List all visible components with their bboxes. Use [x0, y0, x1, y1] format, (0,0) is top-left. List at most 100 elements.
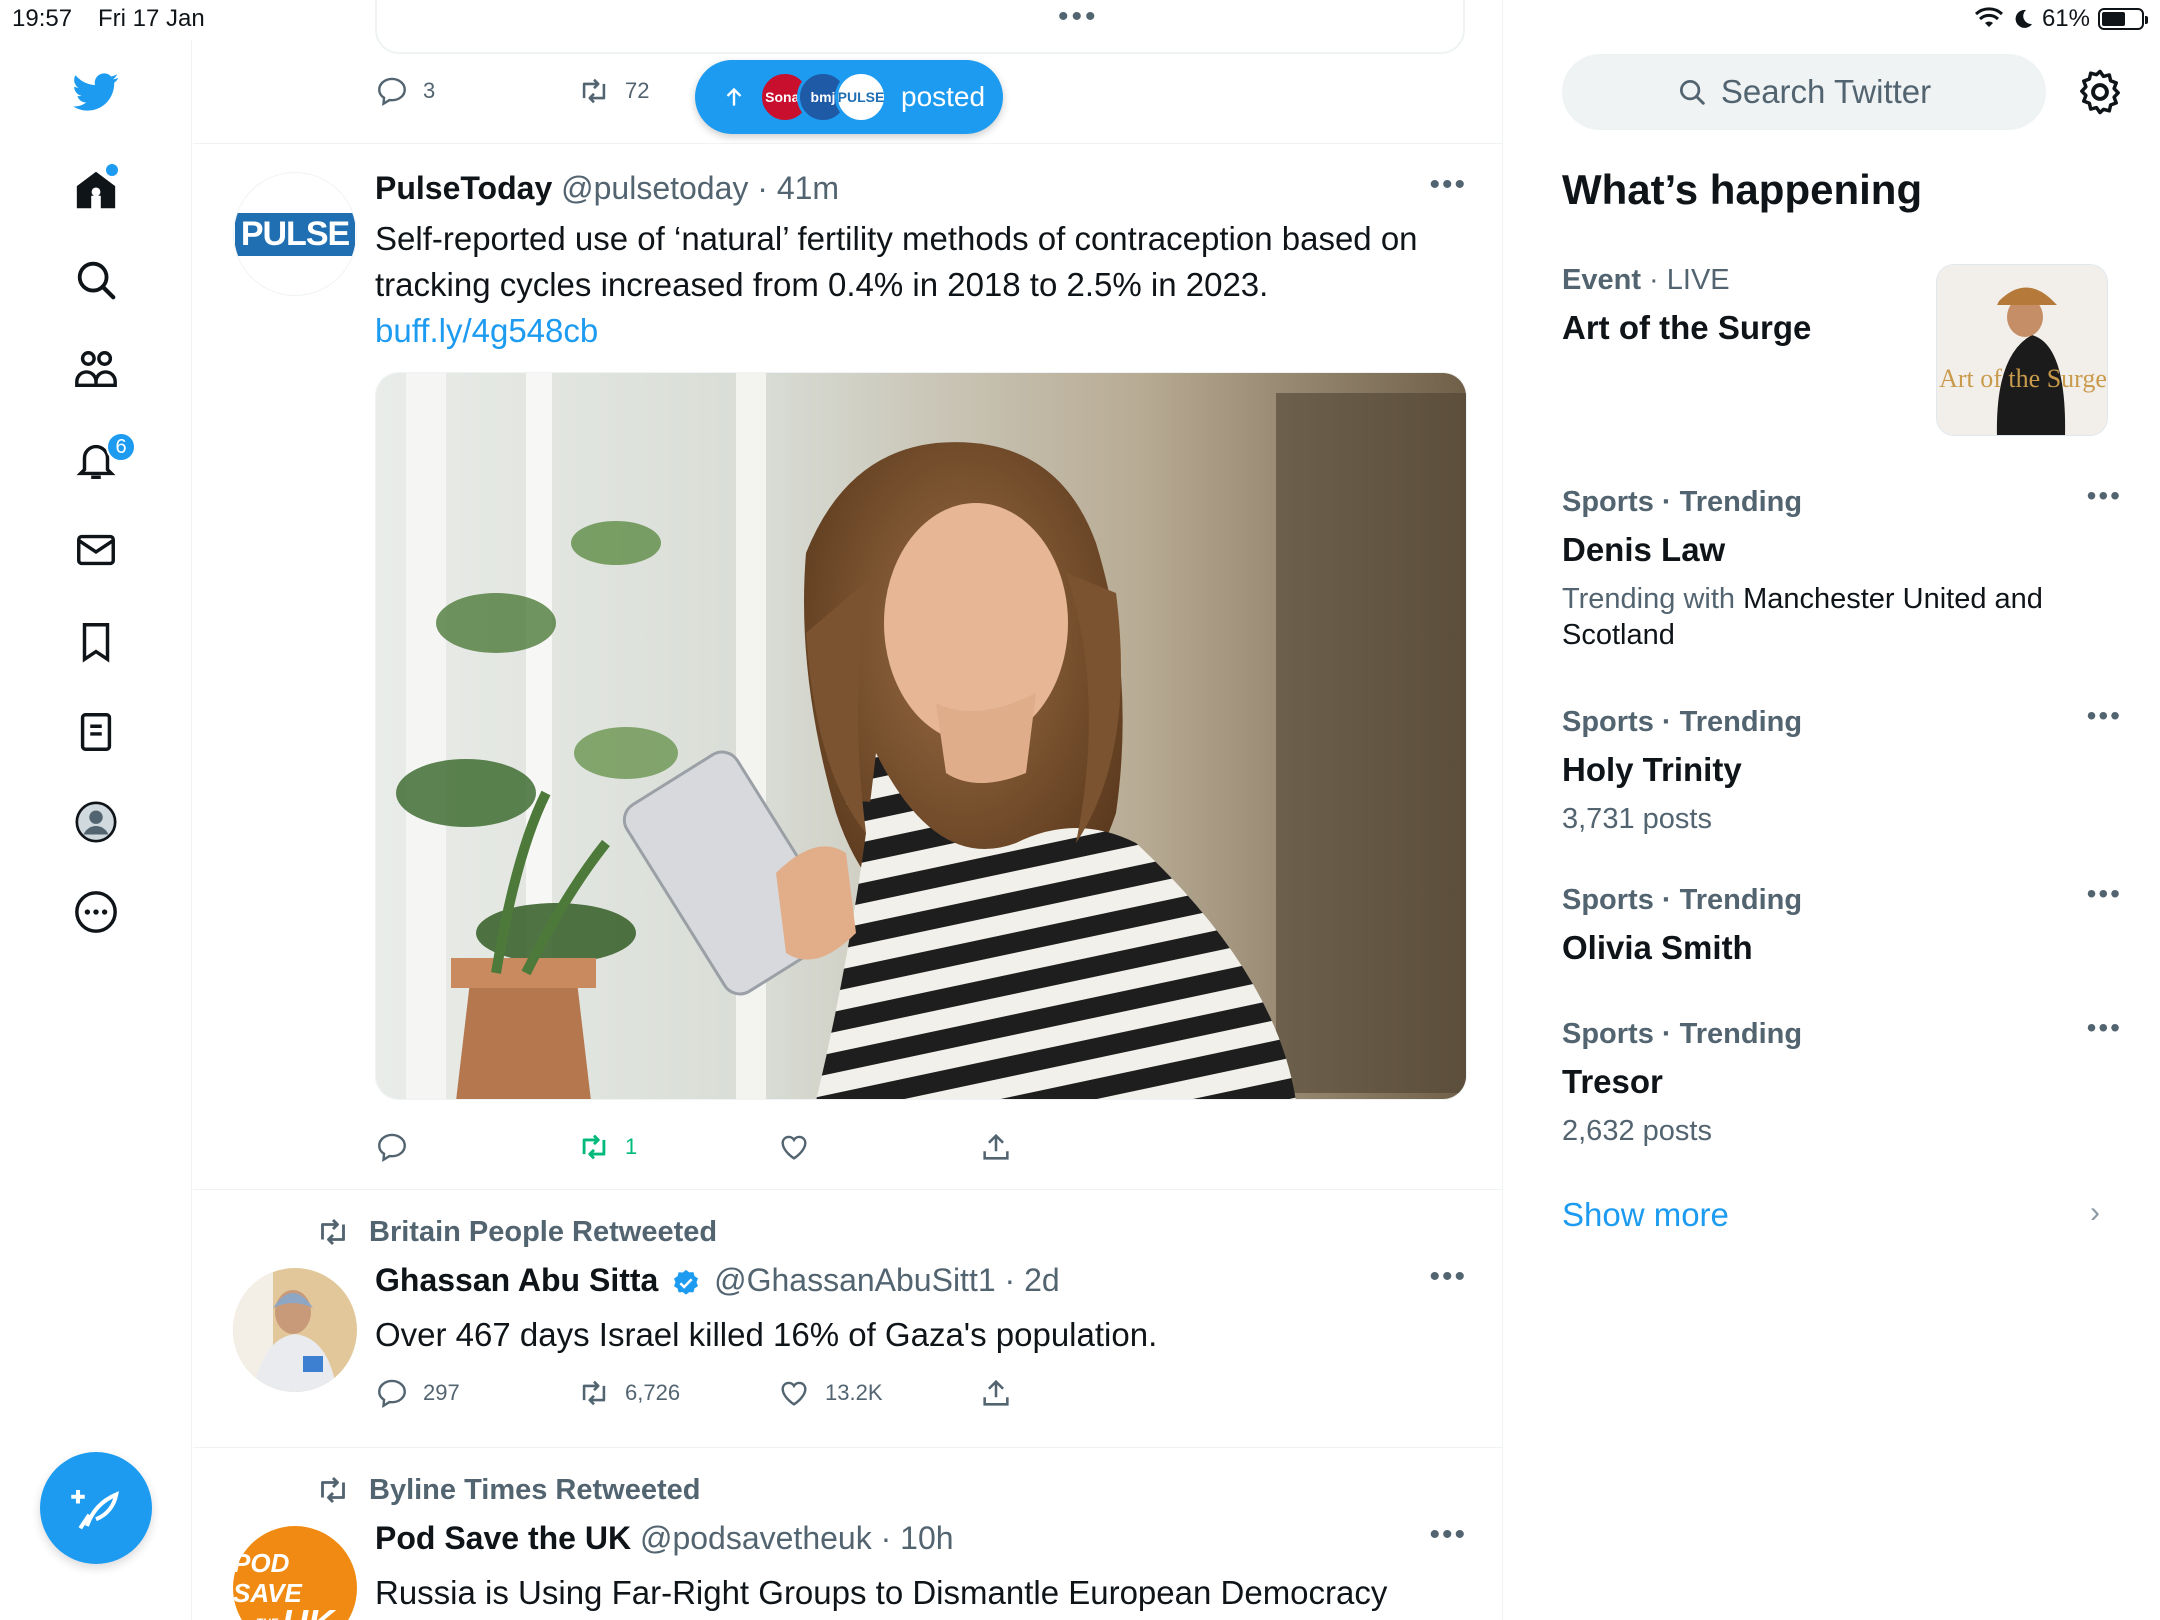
- trend-name: Tresor: [1562, 1063, 1663, 1100]
- retweet-count: 72: [625, 78, 650, 103]
- trend-context: Sports · Trending: [1562, 486, 1803, 518]
- retweeted-by-text[interactable]: Britain People Retweeted: [369, 1216, 717, 1249]
- right-sidebar: Search Twitter What’s happening Event · …: [1504, 0, 2160, 1620]
- retweet-action-active[interactable]: 1: [577, 1130, 637, 1164]
- tweet-more-icon[interactable]: •••: [1429, 1260, 1467, 1294]
- reply-action[interactable]: [375, 1130, 409, 1164]
- event-thumbnail[interactable]: Art of the Surge: [1936, 264, 2108, 436]
- tweet-time[interactable]: · 41m: [757, 170, 839, 206]
- retweet-action[interactable]: 6,726: [577, 1376, 680, 1410]
- settings-gear-icon[interactable]: [2074, 66, 2126, 118]
- trend-item[interactable]: Sports · Trending ••• Holy Trinity 3,731…: [1562, 700, 2122, 837]
- tweet-body: Russia is Using Far-Right Groups to Dism…: [375, 1574, 1388, 1611]
- trend-context: Sports · Trending: [1562, 706, 1803, 738]
- tweet-link[interactable]: buff.ly/4g548cb: [375, 308, 1475, 354]
- tweet-header: Pod Save the UK @podsavetheuk · 10h: [375, 1520, 954, 1557]
- pulse-logo: PULSE: [234, 212, 356, 256]
- author-handle[interactable]: @pulsetoday: [561, 170, 748, 206]
- like-action[interactable]: 13.2K: [777, 1376, 883, 1410]
- tweet-more-icon[interactable]: •••: [1429, 168, 1467, 202]
- retweeted-by-label: Britain People Retweeted: [315, 1214, 717, 1250]
- pulsetoday-avatar[interactable]: PULSE: [233, 172, 357, 296]
- show-more-link[interactable]: Show more: [1562, 1196, 1729, 1234]
- share-action[interactable]: [979, 1376, 1013, 1410]
- trend-name: Olivia Smith: [1562, 929, 1753, 966]
- avatar-text-top: POD SAVE: [233, 1548, 302, 1608]
- notifications-bell-icon[interactable]: 6: [66, 430, 136, 490]
- trend-more-icon[interactable]: •••: [2087, 700, 2122, 732]
- tweet-time[interactable]: · 2d: [1005, 1262, 1060, 1298]
- reply-count: 297: [423, 1380, 460, 1405]
- share-icon: [983, 1133, 1009, 1160]
- chevron-right-icon[interactable]: ›: [2090, 1196, 2100, 1230]
- like-count: 13.2K: [825, 1380, 883, 1405]
- ghassan-avatar[interactable]: [233, 1268, 357, 1392]
- author-handle[interactable]: @podsavetheuk: [640, 1520, 872, 1556]
- trend-item[interactable]: Sports · Trending ••• Olivia Smith: [1562, 878, 2122, 967]
- tweet-time[interactable]: · 10h: [881, 1520, 954, 1556]
- retweeted-by-text[interactable]: Byline Times Retweeted: [369, 1474, 700, 1507]
- more-options-icon[interactable]: [66, 882, 126, 942]
- event-image-text: Art of the Surge: [1939, 364, 2107, 393]
- previous-tweet[interactable]: 3 72 Sonar bmj PULSE posted: [193, 0, 1502, 144]
- reply-count: 3: [423, 78, 436, 103]
- podsavetheuk-avatar[interactable]: POD SAVE THE UK: [233, 1526, 357, 1620]
- profile-avatar-icon[interactable]: [66, 792, 126, 852]
- trend-sub-prefix: Trending with: [1562, 583, 1736, 615]
- heart-icon: [781, 1135, 807, 1160]
- reply-action[interactable]: 297: [375, 1376, 460, 1410]
- twitter-logo-icon[interactable]: [66, 62, 126, 122]
- tweet-header: PulseToday @pulsetoday · 41m: [375, 170, 839, 207]
- compose-feather-icon: [71, 1490, 119, 1530]
- search-placeholder: Search Twitter: [1720, 73, 1932, 110]
- trend-post-count: 3,731 posts: [1562, 803, 1712, 835]
- bookmarks-icon[interactable]: [66, 612, 126, 672]
- author-name[interactable]: Ghassan Abu Sitta: [375, 1262, 658, 1298]
- tweet-media-image[interactable]: [375, 372, 1467, 1100]
- tweet-body: Over 467 days Israel killed 16% of Gaza'…: [375, 1316, 1158, 1353]
- retweet-small-icon: [321, 1476, 345, 1504]
- trend-more-icon[interactable]: •••: [2087, 1012, 2122, 1044]
- communities-icon[interactable]: [66, 340, 126, 400]
- quoted-card-bottom[interactable]: [375, 0, 1465, 54]
- retweet-small-icon: [321, 1218, 345, 1246]
- pill-label: posted: [901, 81, 986, 112]
- tweet-more-icon[interactable]: •••: [1429, 1518, 1467, 1552]
- tweet-body: Self-reported use of ‘natural’ fertility…: [375, 220, 1418, 303]
- retweet-icon: [582, 1380, 606, 1406]
- avatar-text-small: THE: [256, 1608, 278, 1620]
- share-action[interactable]: [979, 1130, 1013, 1164]
- search-input[interactable]: Search Twitter: [1562, 54, 2046, 130]
- trend-item[interactable]: Sports · Trending ••• Denis Law Trending…: [1562, 480, 2122, 653]
- tweet-ghassan[interactable]: Britain People Retweeted Ghassan Abu Sit…: [193, 1190, 1502, 1448]
- author-name[interactable]: Pod Save the UK: [375, 1520, 631, 1556]
- trend-more-icon[interactable]: •••: [2087, 878, 2122, 910]
- arrow-up-icon: [726, 87, 742, 106]
- messages-envelope-icon[interactable]: [66, 520, 126, 580]
- explore-search-icon[interactable]: [66, 250, 126, 310]
- like-action[interactable]: [777, 1130, 811, 1164]
- woman-looking-at-phone-photo: [376, 373, 1466, 1099]
- avatar-photo: [233, 1268, 357, 1392]
- timeline[interactable]: 3 72 Sonar bmj PULSE posted PULSE PulseT…: [193, 0, 1503, 1620]
- trend-item[interactable]: Sports · Trending ••• Tresor 2,632 posts: [1562, 1012, 2122, 1149]
- event-category: Event: [1562, 264, 1641, 296]
- left-navigation: 6: [0, 40, 192, 1620]
- new-posts-pill[interactable]: Sonar bmj PULSE posted: [695, 60, 1003, 134]
- tweet-podsavetheuk[interactable]: Byline Times Retweeted POD SAVE THE UK P…: [193, 1448, 1502, 1620]
- retweet-icon: [582, 78, 606, 104]
- home-icon[interactable]: [66, 160, 126, 220]
- retweet-count: 1: [625, 1134, 638, 1159]
- trend-name: Denis Law: [1562, 531, 1726, 568]
- author-name[interactable]: PulseToday: [375, 170, 552, 206]
- retweet-action[interactable]: 72: [577, 74, 649, 108]
- reply-action[interactable]: 3: [375, 74, 435, 108]
- author-handle[interactable]: @GhassanAbuSitt1: [714, 1262, 996, 1298]
- tweet-pulsetoday[interactable]: PULSE PulseToday @pulsetoday · 41m ••• S…: [193, 144, 1502, 1190]
- avatar-text-bottom-row: THE UK: [256, 1605, 334, 1620]
- event-live: · LIVE: [1649, 264, 1730, 296]
- lists-icon[interactable]: [66, 702, 126, 762]
- trend-more-icon[interactable]: •••: [2087, 480, 2122, 512]
- compose-tweet-button[interactable]: [40, 1452, 152, 1564]
- pill-avatars: Sonar bmj PULSE: [759, 71, 887, 123]
